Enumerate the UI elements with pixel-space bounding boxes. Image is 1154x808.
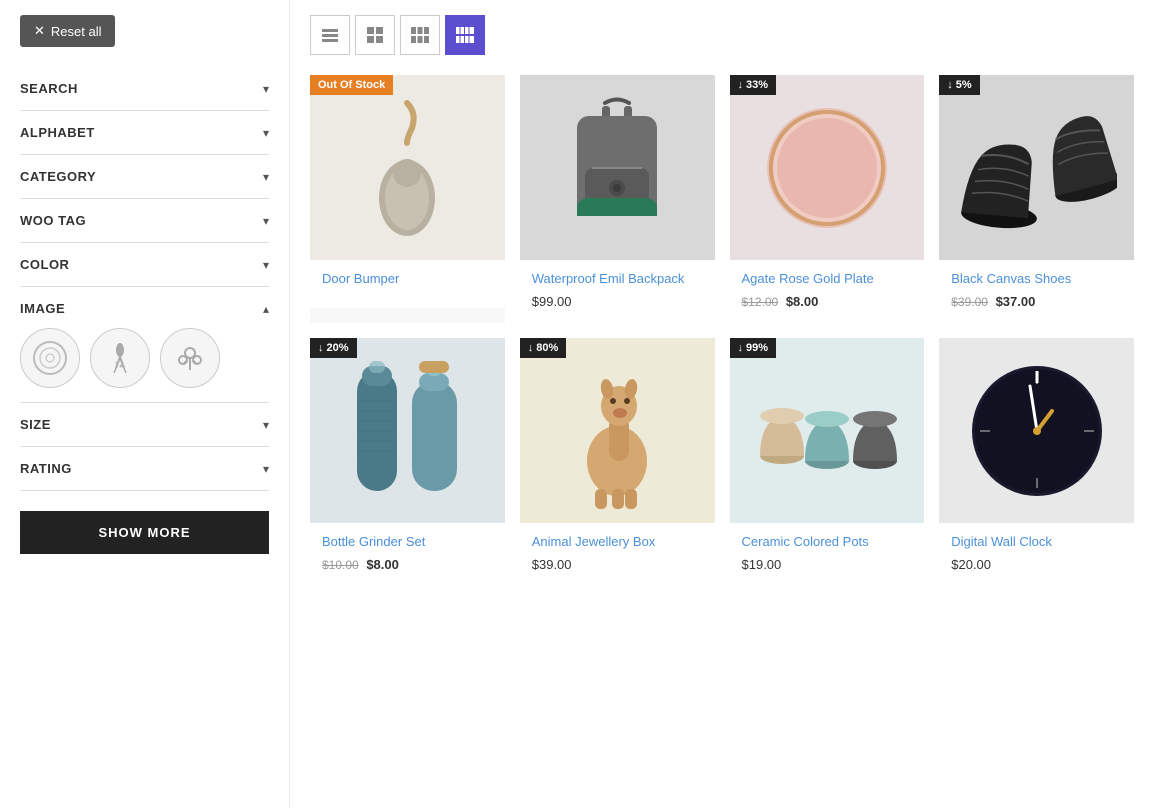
chevron-down-icon: ▾	[263, 170, 269, 184]
product-card: Waterproof Emil Backpack $99.00	[520, 75, 715, 323]
filter-search[interactable]: SEARCH ▾	[20, 67, 269, 111]
chevron-down-icon: ▾	[263, 462, 269, 476]
chevron-up-icon: ▴	[263, 302, 269, 316]
image-thumb-2[interactable]	[90, 328, 150, 388]
filter-alphabet[interactable]: ALPHABET ▾	[20, 111, 269, 155]
filter-color-label: COLOR	[20, 257, 69, 272]
filter-rating-label: RATING	[20, 461, 72, 476]
product-card: Out Of Stock Door Bumper	[310, 75, 505, 323]
filter-color[interactable]: COLOR ▾	[20, 243, 269, 287]
product-name[interactable]: Ceramic Colored Pots	[742, 533, 913, 551]
product-name[interactable]: Animal Jewellery Box	[532, 533, 703, 551]
price-value: $20.00	[951, 557, 991, 572]
price-old: $10.00	[322, 558, 359, 572]
image-thumb-3[interactable]	[160, 328, 220, 388]
image-filter-thumbnails	[20, 328, 269, 388]
product-image	[939, 338, 1134, 523]
product-image: ↓ 20%	[310, 338, 505, 523]
chevron-down-icon: ▾	[263, 418, 269, 432]
product-card: Digital Wall Clock $20.00	[939, 338, 1134, 586]
grid4-view-button[interactable]	[445, 15, 485, 55]
price-new: $37.00	[996, 294, 1036, 309]
product-info: Waterproof Emil Backpack $99.00	[520, 260, 715, 323]
show-more-button[interactable]: SHOW MORE	[20, 511, 269, 554]
product-name[interactable]: Waterproof Emil Backpack	[532, 270, 703, 288]
product-name[interactable]: Bottle Grinder Set	[322, 533, 493, 551]
filter-woo-tag-label: WOO TAG	[20, 213, 86, 228]
product-image: ↓ 5%	[939, 75, 1134, 260]
product-price: $19.00	[742, 557, 913, 572]
price-old: $12.00	[742, 295, 779, 309]
product-info: Black Canvas Shoes $39.00 $37.00	[939, 260, 1134, 323]
out-of-stock-badge: Out Of Stock	[310, 75, 393, 95]
product-card: ↓ 80%	[520, 338, 715, 586]
product-price: $39.00 $37.00	[951, 294, 1122, 309]
product-price: $99.00	[532, 294, 703, 309]
product-card: ↓ 99%	[730, 338, 925, 586]
discount-badge: ↓ 20%	[310, 338, 357, 358]
filter-category[interactable]: CATEGORY ▾	[20, 155, 269, 199]
product-image: ↓ 80%	[520, 338, 715, 523]
price-value: $39.00	[532, 557, 572, 572]
price-old: $39.00	[951, 295, 988, 309]
product-info: Bottle Grinder Set $10.00 $8.00	[310, 523, 505, 586]
discount-badge: ↓ 33%	[730, 75, 777, 95]
product-image: Out Of Stock	[310, 75, 505, 260]
reset-label: Reset all	[51, 24, 102, 39]
filter-rating[interactable]: RATING ▾	[20, 447, 269, 491]
filter-category-label: CATEGORY	[20, 169, 96, 184]
grid3-view-button[interactable]	[400, 15, 440, 55]
filter-size[interactable]: SIZE ▾	[20, 403, 269, 447]
chevron-down-icon: ▾	[263, 258, 269, 272]
product-price: $39.00	[532, 557, 703, 572]
close-icon: ✕	[34, 23, 45, 39]
product-info: Animal Jewellery Box $39.00	[520, 523, 715, 586]
product-image: ↓ 99%	[730, 338, 925, 523]
price-value: $99.00	[532, 294, 572, 309]
discount-badge: ↓ 99%	[730, 338, 777, 358]
product-info: Door Bumper	[310, 260, 505, 308]
discount-badge: ↓ 80%	[520, 338, 567, 358]
product-card: ↓ 33% Agate Rose Gold Plate $12.00 $8.00	[730, 75, 925, 323]
product-price: $20.00	[951, 557, 1122, 572]
price-new: $8.00	[786, 294, 819, 309]
list-view-button[interactable]	[310, 15, 350, 55]
product-card: ↓ 20%	[310, 338, 505, 586]
product-info: Agate Rose Gold Plate $12.00 $8.00	[730, 260, 925, 323]
sidebar: ✕ Reset all SEARCH ▾ ALPHABET ▾ CATEGORY…	[0, 0, 290, 808]
discount-badge: ↓ 5%	[939, 75, 979, 95]
price-new: $8.00	[366, 557, 399, 572]
chevron-down-icon: ▾	[263, 126, 269, 140]
reset-all-button[interactable]: ✕ Reset all	[20, 15, 115, 47]
product-info: Ceramic Colored Pots $19.00	[730, 523, 925, 586]
product-image	[520, 75, 715, 260]
product-name[interactable]: Black Canvas Shoes	[951, 270, 1122, 288]
image-thumb-1[interactable]	[20, 328, 80, 388]
filter-image-label: IMAGE	[20, 301, 65, 316]
product-image: ↓ 33%	[730, 75, 925, 260]
grid2-view-button[interactable]	[355, 15, 395, 55]
chevron-down-icon: ▾	[263, 82, 269, 96]
product-card: ↓ 5%	[939, 75, 1134, 323]
filter-size-label: SIZE	[20, 417, 51, 432]
products-grid: Out Of Stock Door Bumper	[310, 75, 1134, 586]
product-price: $12.00 $8.00	[742, 294, 913, 309]
chevron-down-icon: ▾	[263, 214, 269, 228]
product-name[interactable]: Agate Rose Gold Plate	[742, 270, 913, 288]
view-toolbar	[310, 15, 1134, 55]
filter-woo-tag[interactable]: WOO TAG ▾	[20, 199, 269, 243]
product-info: Digital Wall Clock $20.00	[939, 523, 1134, 586]
filter-search-label: SEARCH	[20, 81, 78, 96]
filter-alphabet-label: ALPHABET	[20, 125, 95, 140]
main-content: Out Of Stock Door Bumper	[290, 0, 1154, 808]
price-value: $19.00	[742, 557, 782, 572]
product-name[interactable]: Digital Wall Clock	[951, 533, 1122, 551]
product-name[interactable]: Door Bumper	[322, 270, 493, 288]
filter-image[interactable]: IMAGE ▴	[20, 287, 269, 403]
product-price: $10.00 $8.00	[322, 557, 493, 572]
